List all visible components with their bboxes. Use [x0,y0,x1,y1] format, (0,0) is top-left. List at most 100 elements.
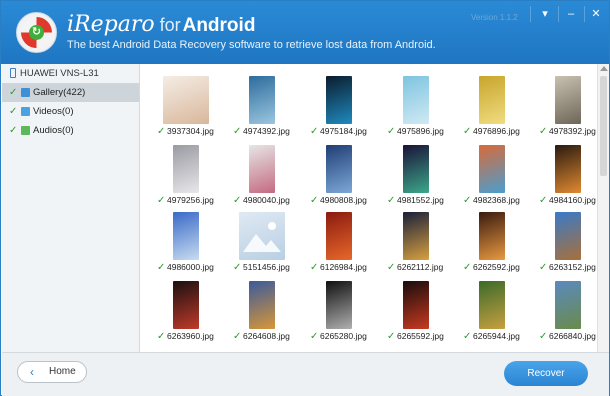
photo-tile[interactable]: ✓ 3937304.jpg [151,76,223,142]
scroll-up-icon[interactable] [600,66,608,71]
check-icon[interactable]: ✓ [387,332,396,342]
footer-bar: ‹ Home Recover [2,352,609,396]
photo-tile[interactable]: ✓ 5151456.jpg [227,212,299,278]
gallery-scrollbar[interactable] [597,64,609,352]
check-icon[interactable]: ✓ [157,196,166,206]
photo-filename: 4982368.jpg [473,195,520,205]
sidebar-item[interactable]: ✓ Audios(0) [2,121,139,140]
photo-tile[interactable]: ✓ 4979256.jpg [151,145,223,211]
image-placeholder-icon[interactable] [239,212,285,260]
photo-thumbnail[interactable] [479,76,505,124]
photo-tile[interactable]: ✓ 6263960.jpg [151,281,223,347]
photo-thumbnail[interactable] [326,212,352,260]
check-icon[interactable]: ✓ [310,127,319,137]
check-icon[interactable]: ✓ [463,127,472,137]
photo-thumbnail[interactable] [249,76,275,124]
photo-thumbnail[interactable] [326,281,352,329]
chevron-left-icon: ‹ [30,365,34,379]
photo-tile[interactable]: ✓ 6263152.jpg [533,212,597,278]
photo-tile[interactable]: ✓ 6262112.jpg [381,212,453,278]
scroll-thumb[interactable] [600,76,607,176]
recover-button[interactable]: Recover [504,361,588,386]
check-icon[interactable]: ✓ [157,263,166,273]
menu-dropdown-icon[interactable]: ▾ [532,1,558,27]
photo-thumbnail[interactable] [555,76,581,124]
check-icon[interactable]: ✓ [387,196,396,206]
photo-tile[interactable]: ✓ 6266840.jpg [533,281,597,347]
sidebar-item[interactable]: ✓ Gallery(422) [2,83,139,102]
photo-thumbnail[interactable] [173,281,199,329]
check-icon[interactable]: ✓ [233,127,242,137]
photo-tile[interactable]: ✓ 4982368.jpg [457,145,529,211]
photo-thumbnail[interactable] [326,145,352,193]
check-icon[interactable]: ✓ [157,127,166,137]
photo-filename: 6126984.jpg [320,262,367,272]
check-icon[interactable]: ✓ [233,263,242,273]
gallery-icon [21,88,30,97]
photo-tile[interactable]: ✓ 6265280.jpg [304,281,376,347]
check-icon[interactable]: ✓ [310,332,319,342]
check-icon[interactable]: ✓ [387,263,396,273]
photo-tile[interactable]: ✓ 4978392.jpg [533,76,597,142]
title-platform: Android [182,15,256,36]
photo-thumbnail[interactable] [403,76,429,124]
close-icon[interactable]: ✕ [583,1,609,27]
photo-tile[interactable]: ✓ 4975184.jpg [304,76,376,142]
photo-tile[interactable]: ✓ 4984160.jpg [533,145,597,211]
check-icon[interactable]: ✓ [9,88,18,98]
check-icon[interactable]: ✓ [233,196,242,206]
check-icon[interactable]: ✓ [9,107,18,117]
device-node[interactable]: HUAWEI VNS-L31 [2,64,139,83]
photo-tile[interactable]: ✓ 4976896.jpg [457,76,529,142]
photo-thumbnail[interactable] [479,281,505,329]
title-separator [530,6,531,22]
photo-thumbnail[interactable] [403,145,429,193]
photo-tile[interactable]: ✓ 4974392.jpg [227,76,299,142]
photo-thumbnail[interactable] [249,145,275,193]
photo-tile[interactable]: ✓ 6265592.jpg [381,281,453,347]
check-icon[interactable]: ✓ [157,332,166,342]
sidebar-item-label: Audios(0) [33,125,74,136]
photo-thumbnail[interactable] [479,212,505,260]
photo-tile[interactable]: ✓ 4986000.jpg [151,212,223,278]
check-icon[interactable]: ✓ [9,126,18,136]
check-icon[interactable]: ✓ [463,196,472,206]
photo-tile[interactable]: ✓ 6264608.jpg [227,281,299,347]
photo-thumbnail[interactable] [403,212,429,260]
photo-thumbnail[interactable] [163,76,209,124]
check-icon[interactable]: ✓ [387,127,396,137]
photo-thumbnail[interactable] [249,281,275,329]
photo-thumbnail[interactable] [479,145,505,193]
check-icon[interactable]: ✓ [233,332,242,342]
home-button-label: Home [49,366,76,377]
photo-tile[interactable]: ✓ 4980040.jpg [227,145,299,211]
photo-thumbnail[interactable] [173,145,199,193]
photo-tile[interactable]: ✓ 6262592.jpg [457,212,529,278]
photo-filename: 4980808.jpg [320,195,367,205]
photo-tile[interactable]: ✓ 4981552.jpg [381,145,453,211]
photo-tile[interactable]: ✓ 6126984.jpg [304,212,376,278]
check-icon[interactable]: ✓ [539,263,548,273]
check-icon[interactable]: ✓ [310,196,319,206]
photo-thumbnail[interactable] [173,212,199,260]
photo-tile[interactable]: ✓ 6265944.jpg [457,281,529,347]
photo-tile[interactable]: ✓ 4980808.jpg [304,145,376,211]
home-button[interactable]: ‹ Home [17,361,87,383]
check-icon[interactable]: ✓ [539,196,548,206]
photo-thumbnail[interactable] [555,212,581,260]
check-icon[interactable]: ✓ [539,127,548,137]
photo-filename: 6265280.jpg [320,331,367,341]
check-icon[interactable]: ✓ [463,263,472,273]
photo-filename: 6263152.jpg [549,262,596,272]
photo-tile[interactable]: ✓ 4975896.jpg [381,76,453,142]
check-icon[interactable]: ✓ [539,332,548,342]
check-icon[interactable]: ✓ [310,263,319,273]
photo-thumbnail[interactable] [555,281,581,329]
check-icon[interactable]: ✓ [463,332,472,342]
photo-thumbnail[interactable] [555,145,581,193]
photo-thumbnail[interactable] [326,76,352,124]
minimize-icon[interactable]: – [558,1,584,27]
sidebar-item[interactable]: ✓ Videos(0) [2,102,139,121]
app-window: ↻ iReparo for Android The best Android Dat… [0,0,610,396]
photo-thumbnail[interactable] [403,281,429,329]
